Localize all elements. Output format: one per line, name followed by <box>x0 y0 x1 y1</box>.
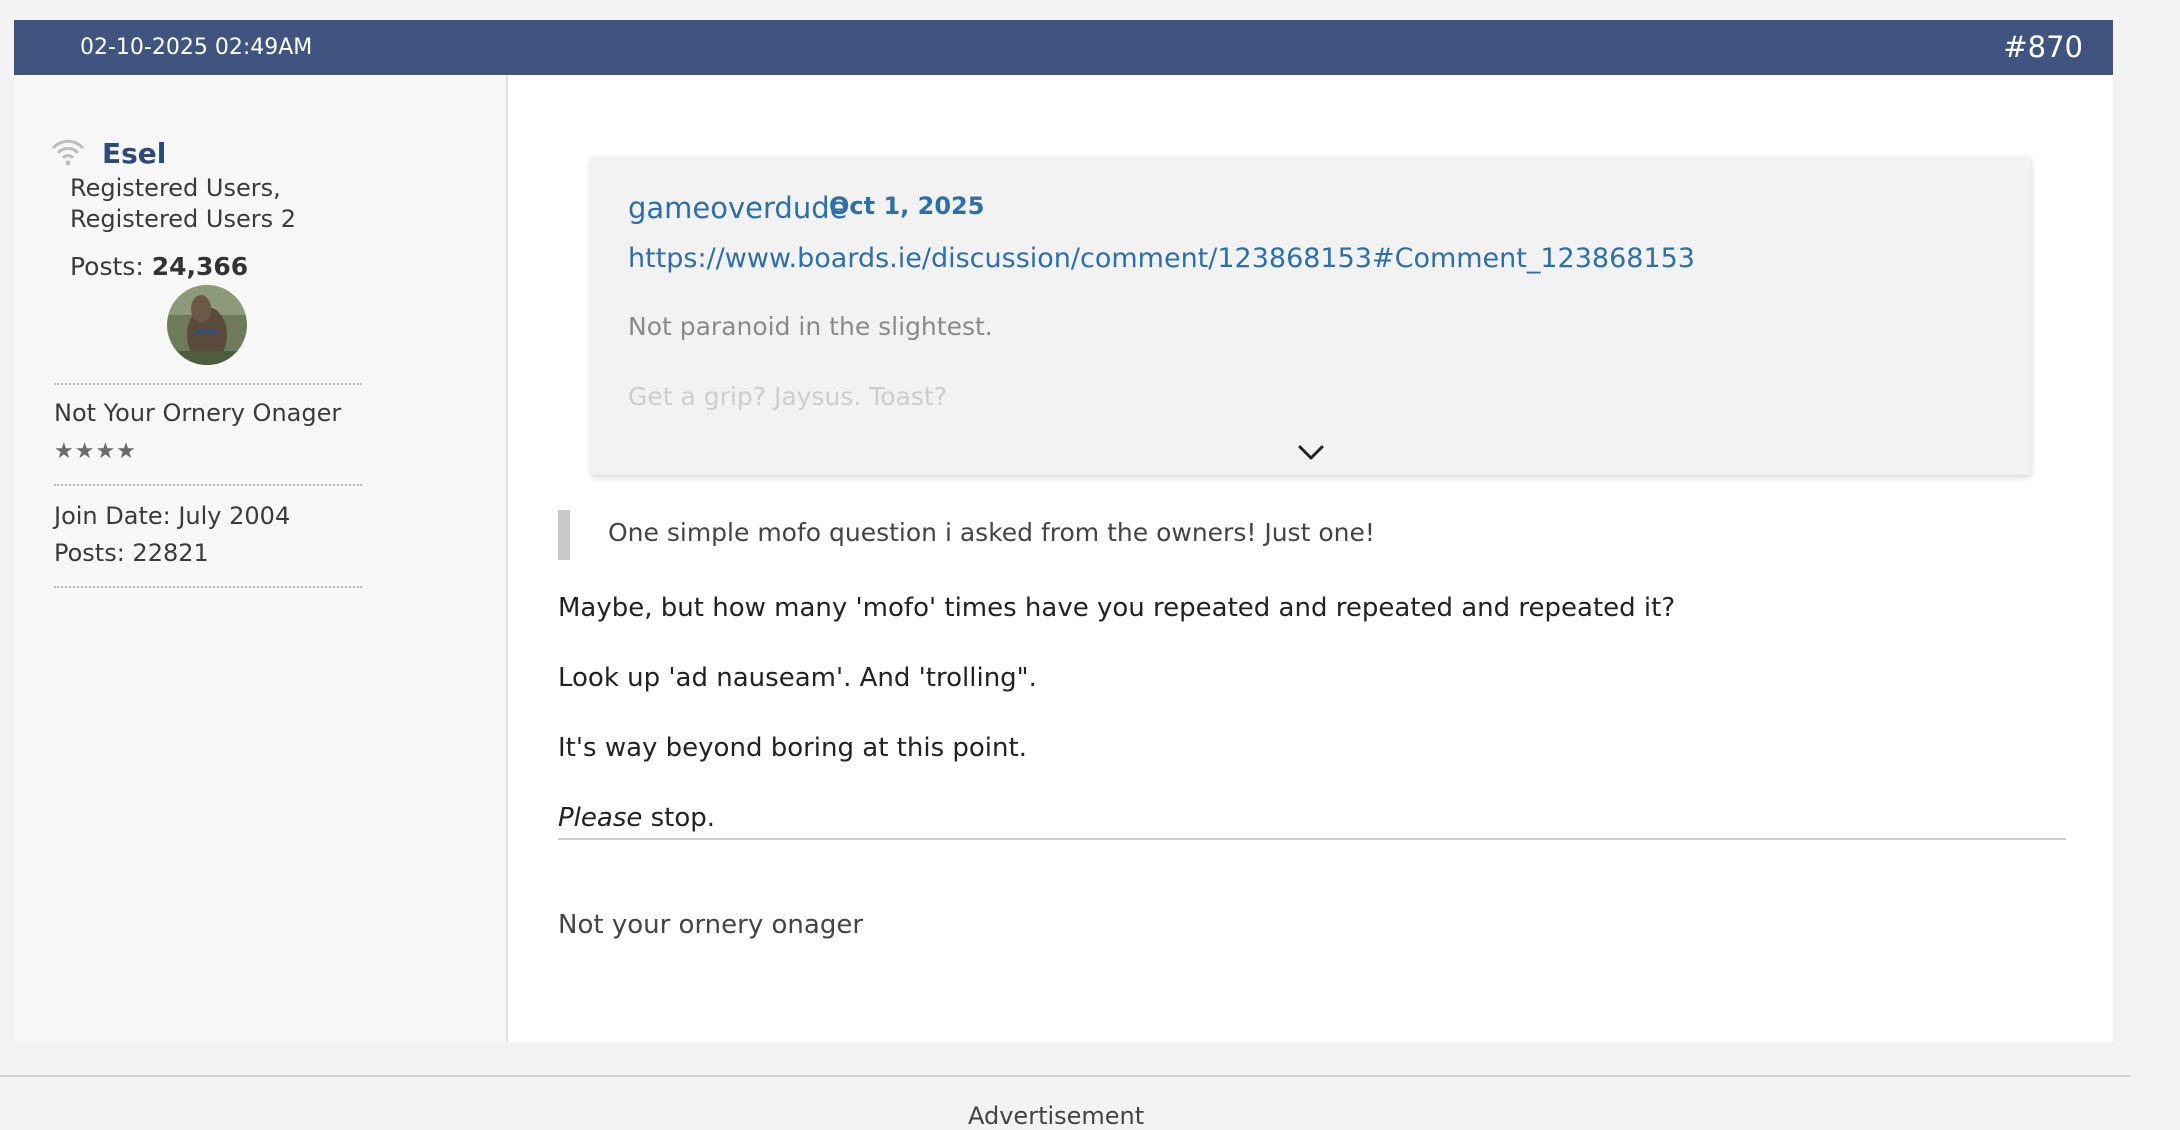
blockquote: One simple mofo question i asked from th… <box>558 510 2090 560</box>
wifi-signal-icon <box>52 139 84 166</box>
post-count-label: Posts: <box>70 252 144 281</box>
post-count: Posts: 24,366 <box>70 252 248 281</box>
user-sidebar: Esel Registered Users, Registered Users … <box>14 75 508 1042</box>
user-title: Not Your Ornery Onager <box>54 399 342 427</box>
footer-divider <box>0 1075 2130 1077</box>
divider <box>54 484 362 486</box>
forum-post: 02-10-2025 02:49AM #870 Esel Registered … <box>14 20 2113 1042</box>
divider <box>54 586 362 588</box>
avatar[interactable] <box>167 285 247 365</box>
quote-date-link[interactable]: Oct 1, 2025 <box>829 192 984 220</box>
post-date: 02-10-2025 02:49AM <box>80 35 313 60</box>
emphasis-text: Please <box>558 803 643 833</box>
post-header: 02-10-2025 02:49AM #870 <box>14 20 2113 75</box>
chevron-down-icon[interactable] <box>1297 444 1325 462</box>
post-body-line: It's way beyond boring at this point. <box>558 733 1027 763</box>
signature-divider <box>558 838 2066 840</box>
post-body-line: Please stop. <box>558 803 715 833</box>
post-body-line: Look up 'ad nauseam'. And 'trolling". <box>558 663 1037 693</box>
user-posts: Posts: 22821 <box>54 539 209 567</box>
user-rank-stars: ★★★★ <box>54 439 137 464</box>
blockquote-text: One simple mofo question i asked from th… <box>608 518 1375 547</box>
post-count-value: 24,366 <box>151 252 249 281</box>
advertisement-label: Advertisement <box>968 1102 1145 1130</box>
quote-card: gameoverdude Oct 1, 2025 https://www.boa… <box>591 157 2031 475</box>
divider <box>54 383 362 385</box>
username-link[interactable]: Esel <box>102 137 166 170</box>
quoted-comment-link[interactable]: https://www.boards.ie/discussion/comment… <box>628 243 1695 274</box>
user-groups: Registered Users, Registered Users 2 <box>70 174 297 233</box>
join-date: Join Date: July 2004 <box>54 502 291 530</box>
quote-text-faded: Get a grip? Jaysus. Toast? <box>628 382 947 411</box>
post-permalink[interactable]: #870 <box>2003 30 2083 64</box>
signature: Not your ornery onager <box>558 910 864 940</box>
post-body-line: Maybe, but how many 'mofo' times have yo… <box>558 593 1676 623</box>
avatar-image <box>167 285 247 365</box>
post-body-text: stop. <box>642 803 716 833</box>
quote-text: Not paranoid in the slightest. <box>628 312 993 341</box>
quote-author-link[interactable]: gameoverdude <box>628 191 847 225</box>
